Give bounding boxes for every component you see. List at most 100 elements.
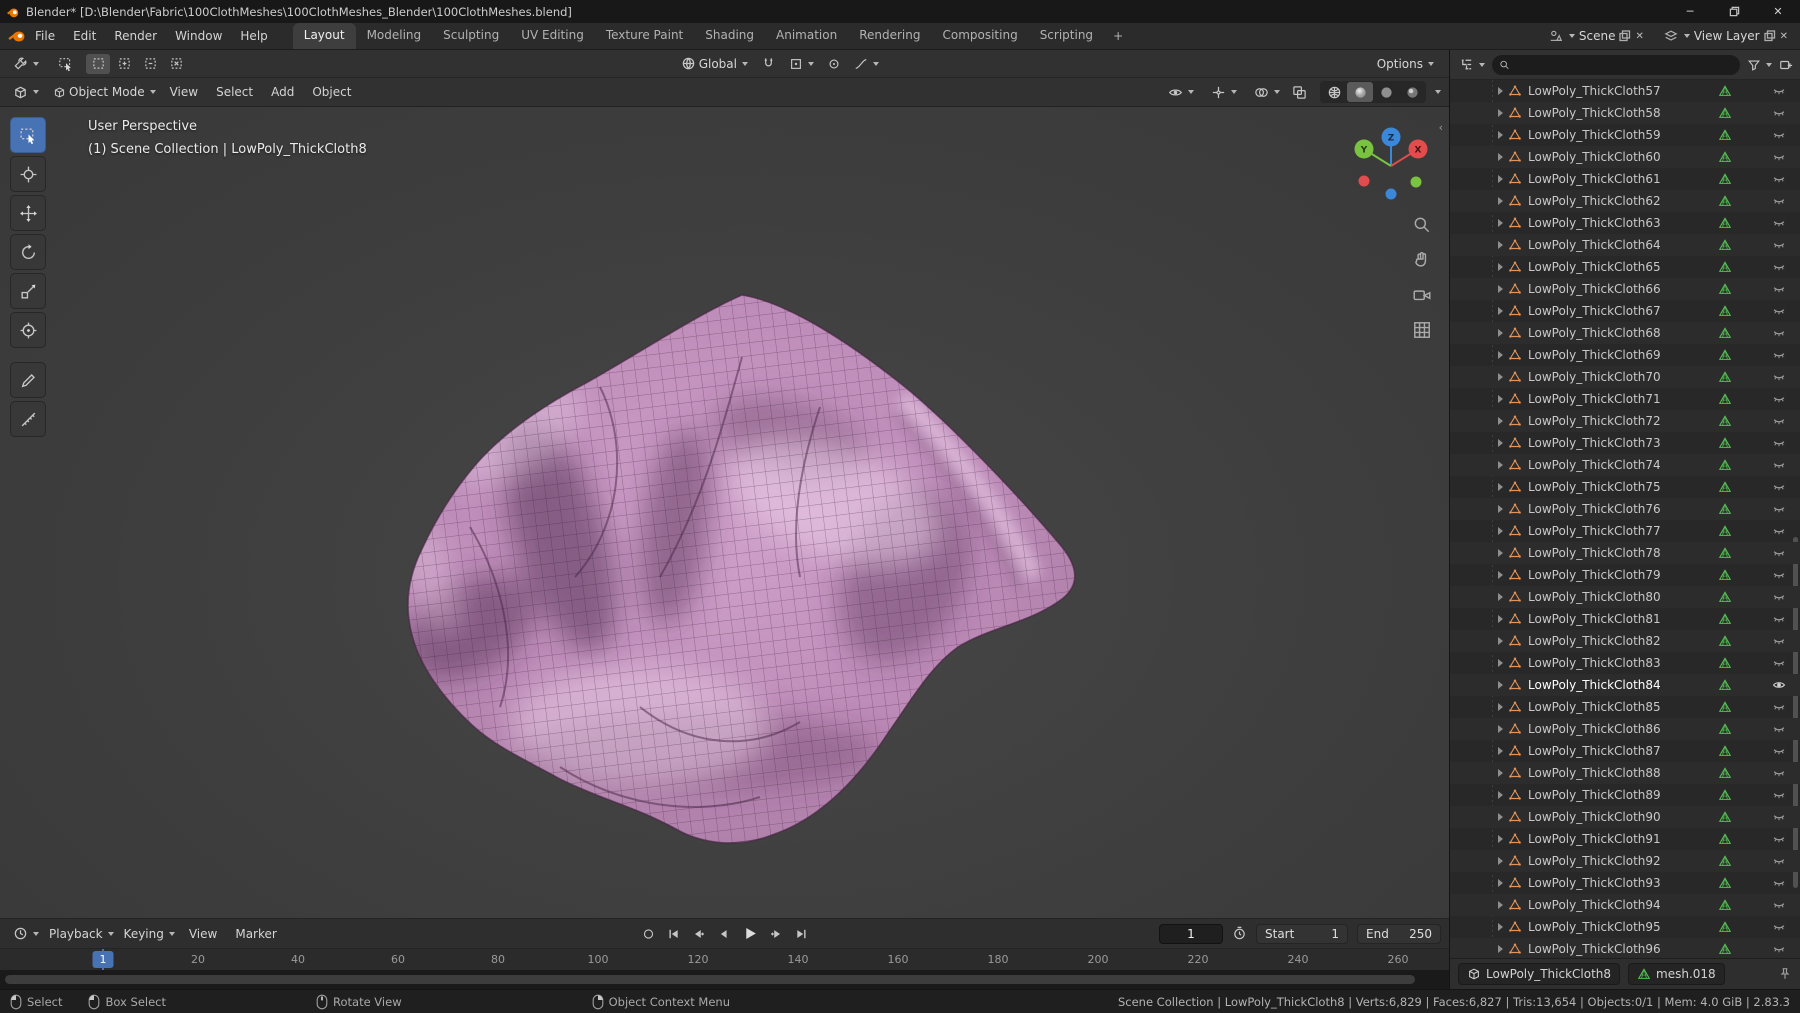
outliner-item[interactable]: LowPoly_ThickCloth89 [1450, 784, 1800, 806]
outliner-item-label[interactable]: LowPoly_ThickCloth78 [1528, 546, 1712, 560]
outliner-item[interactable]: LowPoly_ThickCloth76 [1450, 498, 1800, 520]
outliner-item[interactable]: LowPoly_ThickCloth81 [1450, 608, 1800, 630]
pan-hand-icon[interactable] [1412, 250, 1432, 270]
disclosure-arrow-icon[interactable] [1498, 483, 1503, 491]
menu-render[interactable]: Render [105, 23, 166, 49]
menu-keying[interactable]: Keying [119, 925, 180, 943]
outliner-item-label[interactable]: LowPoly_ThickCloth83 [1528, 656, 1712, 670]
select-mode-extend-button[interactable] [112, 54, 136, 74]
viewport-canvas[interactable]: User Perspective (1) Scene Collection | … [0, 107, 1449, 918]
hide-eye-icon[interactable] [1772, 744, 1786, 758]
hide-eye-icon[interactable] [1772, 634, 1786, 648]
outliner-item[interactable]: LowPoly_ThickCloth96 [1450, 938, 1800, 958]
tool-select-box[interactable] [10, 117, 46, 153]
disclosure-arrow-icon[interactable] [1498, 219, 1503, 227]
restore-button[interactable] [1712, 0, 1756, 23]
outliner-item[interactable]: LowPoly_ThickCloth59 [1450, 124, 1800, 146]
outliner-item-label[interactable]: LowPoly_ThickCloth70 [1528, 370, 1712, 384]
timeline-ruler[interactable]: 1 20 40 60 80 100 120 140 160 180 200 220 240 260 [0, 948, 1449, 971]
outliner-search[interactable] [1492, 54, 1740, 75]
show-gizmo-dropdown[interactable] [1206, 83, 1242, 102]
outliner-item-label[interactable]: LowPoly_ThickCloth74 [1528, 458, 1712, 472]
workspace-tab-compositing[interactable]: Compositing [931, 23, 1028, 49]
disclosure-arrow-icon[interactable] [1498, 725, 1503, 733]
hide-eye-icon[interactable] [1772, 546, 1786, 560]
disclosure-arrow-icon[interactable] [1498, 307, 1503, 315]
snap-magnet-icon[interactable] [761, 56, 776, 71]
workspace-tab-texture-paint[interactable]: Texture Paint [595, 23, 694, 49]
toggle-xray-icon[interactable] [1292, 85, 1307, 100]
navigation-gizmo[interactable]: Z Y X [1336, 109, 1446, 219]
jump-to-end-icon[interactable] [794, 927, 808, 941]
tool-annotate[interactable] [10, 362, 46, 398]
outliner-item[interactable]: LowPoly_ThickCloth91 [1450, 828, 1800, 850]
prev-keyframe-icon[interactable] [691, 927, 705, 941]
hide-eye-icon[interactable] [1772, 942, 1786, 956]
next-keyframe-icon[interactable] [769, 927, 783, 941]
workspace-tab-rendering[interactable]: Rendering [848, 23, 931, 49]
disclosure-arrow-icon[interactable] [1498, 549, 1503, 557]
hide-eye-icon[interactable] [1772, 260, 1786, 274]
outliner-item-label[interactable]: LowPoly_ThickCloth93 [1528, 876, 1712, 890]
disclosure-arrow-icon[interactable] [1498, 505, 1503, 513]
outliner-item-label[interactable]: LowPoly_ThickCloth71 [1528, 392, 1712, 406]
editor-type-tool-settings[interactable] [8, 54, 44, 73]
outliner-item[interactable]: LowPoly_ThickCloth92 [1450, 850, 1800, 872]
scene-name[interactable]: Scene [1579, 29, 1616, 43]
show-eye-icon[interactable] [1772, 678, 1786, 692]
transform-orientation-dropdown[interactable]: Global [676, 54, 753, 73]
hide-eye-icon[interactable] [1772, 84, 1786, 98]
outliner-item-label[interactable]: LowPoly_ThickCloth73 [1528, 436, 1712, 450]
hide-eye-icon[interactable] [1772, 370, 1786, 384]
hide-eye-icon[interactable] [1772, 898, 1786, 912]
outliner-item[interactable]: LowPoly_ThickCloth74 [1450, 454, 1800, 476]
menu-window[interactable]: Window [166, 23, 231, 49]
menu-view[interactable]: View [161, 79, 207, 105]
hide-eye-icon[interactable] [1772, 216, 1786, 230]
outliner-item-label[interactable]: LowPoly_ThickCloth68 [1528, 326, 1712, 340]
workspace-tab-modeling[interactable]: Modeling [356, 23, 433, 49]
disclosure-arrow-icon[interactable] [1498, 87, 1503, 95]
outliner-item-label[interactable]: LowPoly_ThickCloth66 [1528, 282, 1712, 296]
current-frame-badge[interactable]: 1 [92, 951, 114, 968]
outliner-item[interactable]: LowPoly_ThickCloth95 [1450, 916, 1800, 938]
outliner-item-label[interactable]: LowPoly_ThickCloth86 [1528, 722, 1712, 736]
menu-edit[interactable]: Edit [64, 23, 105, 49]
close-button[interactable]: ✕ [1756, 0, 1800, 23]
outliner-item[interactable]: LowPoly_ThickCloth87 [1450, 740, 1800, 762]
outliner-item[interactable]: LowPoly_ThickCloth69 [1450, 344, 1800, 366]
outliner-item-label[interactable]: LowPoly_ThickCloth59 [1528, 128, 1712, 142]
select-mode-intersect-button[interactable] [164, 54, 188, 74]
outliner-item-label[interactable]: LowPoly_ThickCloth67 [1528, 304, 1712, 318]
hide-eye-icon[interactable] [1772, 282, 1786, 296]
outliner-item[interactable]: LowPoly_ThickCloth88 [1450, 762, 1800, 784]
outliner-item[interactable]: LowPoly_ThickCloth57 [1450, 80, 1800, 102]
outliner-item-label[interactable]: LowPoly_ThickCloth82 [1528, 634, 1712, 648]
outliner-item[interactable]: LowPoly_ThickCloth58 [1450, 102, 1800, 124]
workspace-tab-shading[interactable]: Shading [694, 23, 765, 49]
outliner-item-label[interactable]: LowPoly_ThickCloth61 [1528, 172, 1712, 186]
unlink-scene-icon[interactable]: ✕ [1635, 31, 1643, 42]
disclosure-arrow-icon[interactable] [1498, 109, 1503, 117]
outliner-item[interactable]: LowPoly_ThickCloth62 [1450, 190, 1800, 212]
timeline-scroll-thumb[interactable] [5, 975, 1415, 984]
play-icon[interactable] [741, 925, 758, 942]
pin-icon[interactable] [1778, 967, 1792, 981]
object-visibility-dropdown[interactable] [1163, 83, 1199, 102]
mode-dropdown[interactable]: Object Mode [48, 83, 161, 101]
outliner-item-label[interactable]: LowPoly_ThickCloth72 [1528, 414, 1712, 428]
hide-eye-icon[interactable] [1772, 238, 1786, 252]
hide-eye-icon[interactable] [1772, 920, 1786, 934]
shading-wireframe-button[interactable] [1321, 82, 1347, 102]
workspace-tab-sculpting[interactable]: Sculpting [432, 23, 510, 49]
outliner-item[interactable]: LowPoly_ThickCloth60 [1450, 146, 1800, 168]
select-mode-subtract-button[interactable] [138, 54, 162, 74]
disclosure-arrow-icon[interactable] [1498, 329, 1503, 337]
hide-eye-icon[interactable] [1772, 502, 1786, 516]
cloth-mesh-object[interactable] [0, 107, 1449, 918]
outliner-item[interactable]: LowPoly_ThickCloth70 [1450, 366, 1800, 388]
hide-eye-icon[interactable] [1772, 392, 1786, 406]
outliner-item-label[interactable]: LowPoly_ThickCloth88 [1528, 766, 1712, 780]
outliner-item-label[interactable]: LowPoly_ThickCloth80 [1528, 590, 1712, 604]
perspective-grid-icon[interactable] [1412, 320, 1432, 340]
